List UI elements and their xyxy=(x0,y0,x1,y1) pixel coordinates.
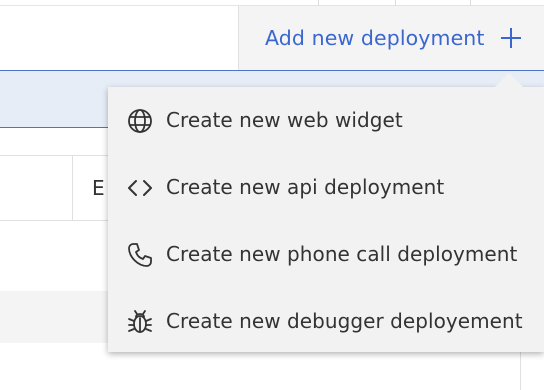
menu-item-create-api-deployment[interactable]: Create new api deployment xyxy=(108,154,544,221)
add-new-deployment-button[interactable]: Add new deployment xyxy=(238,6,544,70)
globe-icon xyxy=(128,109,152,133)
column-divider xyxy=(72,156,73,220)
deployments-page: Add new deployment E Create new web widg… xyxy=(0,0,544,390)
menu-item-create-web-widget[interactable]: Create new web widget xyxy=(108,87,544,154)
add-new-deployment-label: Add new deployment xyxy=(265,26,485,50)
menu-item-label: Create new api deployment xyxy=(166,175,445,199)
menu-item-label: Create new debugger deployement xyxy=(166,309,523,333)
menu-item-label: Create new web widget xyxy=(166,108,403,132)
menu-item-create-phone-call-deployment[interactable]: Create new phone call deployment xyxy=(108,221,544,288)
deployments-toolbar: Add new deployment xyxy=(0,0,544,71)
menu-caret xyxy=(495,73,523,87)
code-icon xyxy=(128,180,152,196)
plus-icon xyxy=(501,28,521,48)
phone-icon xyxy=(128,243,152,267)
table-cell-text: E xyxy=(92,176,105,200)
menu-item-create-debugger-deployment[interactable]: Create new debugger deployement xyxy=(108,288,544,355)
bug-icon xyxy=(128,310,152,333)
menu-item-label: Create new phone call deployment xyxy=(166,242,518,266)
add-deployment-menu: Create new web widget Create new api dep… xyxy=(108,87,544,352)
